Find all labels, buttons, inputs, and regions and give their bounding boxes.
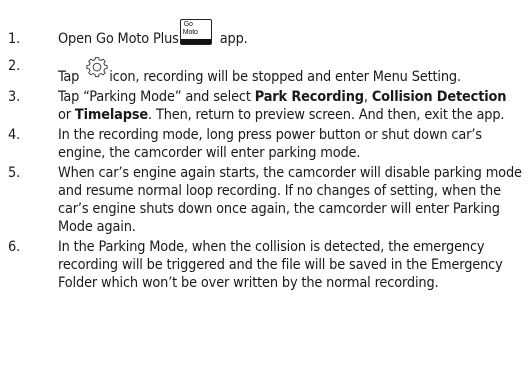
step-text: In the Parking Mode, when the collision … — [58, 239, 503, 291]
option-collision-detection: Collision Detection — [371, 89, 507, 105]
step-text: Open Go Moto Plus — [58, 31, 179, 47]
option-timelapse: Timelapse — [74, 107, 149, 123]
option-park-recording: Park Recording — [254, 89, 364, 105]
step-text: Tap “Parking Mode” and select — [58, 89, 255, 105]
steps-list: 1. Open Go Moto Plus Go Moto app. 2. Tap i… — [0, 12, 530, 292]
step-number: 4. — [8, 127, 21, 143]
step-text: Tap — [58, 69, 84, 85]
step-number: 3. — [8, 89, 21, 105]
step-text: app. — [215, 31, 248, 47]
step-5: 5. When car’s engine again starts, the c… — [0, 164, 530, 236]
step-number: 2. — [8, 58, 21, 74]
step-text: , — [363, 89, 372, 105]
step-number: 1. — [8, 31, 21, 47]
step-4: 4. In the recording mode, long press pow… — [0, 126, 530, 162]
step-1-content: Open Go Moto Plus Go Moto app. — [58, 19, 248, 48]
step-2: 2. Tap icon, recording will be stopped a… — [0, 57, 530, 86]
app-icon-label-top: Go — [183, 21, 193, 28]
step-1: 1. Open Go Moto Plus Go Moto app. — [0, 12, 530, 48]
step-text: When car’s engine again starts, the camc… — [58, 165, 522, 235]
app-icon-label-bottom: Moto — [182, 29, 198, 36]
step-6: 6. In the Parking Mode, when the collisi… — [0, 238, 530, 292]
instruction-page: 1. Open Go Moto Plus Go Moto app. 2. Tap i… — [0, 0, 530, 386]
step-number: 6. — [8, 239, 21, 255]
step-text: . Then, return to preview screen. And th… — [148, 107, 505, 123]
step-text: or — [58, 107, 75, 123]
step-number: 5. — [8, 165, 21, 181]
step-text: In the recording mode, long press power … — [58, 127, 482, 161]
step-3: 3. Tap “Parking Mode” and select Park Re… — [0, 88, 530, 124]
gear-icon — [86, 57, 108, 78]
app-icon-bar — [180, 39, 211, 44]
step-text: icon, recording will be stopped and ente… — [109, 69, 461, 85]
go-moto-app-icon: Go Moto — [179, 19, 212, 45]
